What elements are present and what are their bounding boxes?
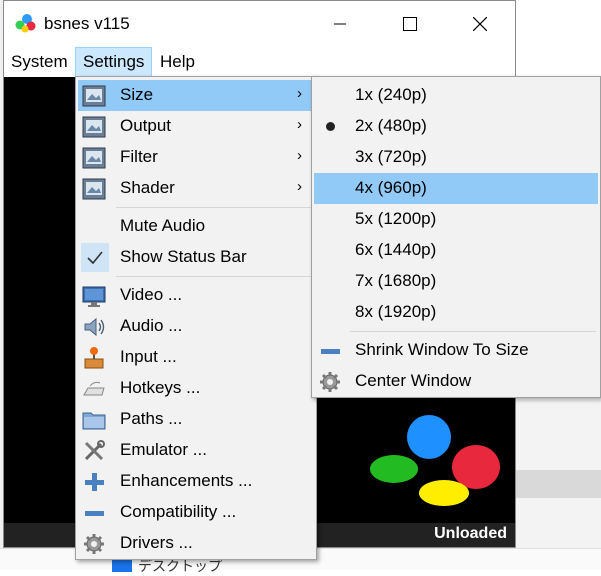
- menu-separator: [116, 207, 312, 208]
- speaker-icon: [82, 315, 106, 339]
- menu-item-size[interactable]: Size ›: [78, 80, 314, 111]
- display-icon: [82, 177, 106, 201]
- window-title: bsnes v115: [44, 14, 130, 33]
- size-option-7x[interactable]: 7x (1680p): [314, 266, 598, 297]
- size-option-6x[interactable]: 6x (1440p): [314, 235, 598, 266]
- minimize-icon: [334, 23, 346, 25]
- folder-icon: [82, 408, 106, 432]
- menu-item-input[interactable]: Input ...: [78, 342, 314, 373]
- maximize-icon: [403, 17, 417, 31]
- chevron-right-icon: ›: [297, 147, 302, 164]
- menu-item-enhancements[interactable]: Enhancements ...: [78, 466, 314, 497]
- size-submenu: 1x (240p) 2x (480p) 3x (720p) 4x (960p) …: [311, 76, 601, 398]
- menu-item-mute-audio[interactable]: Mute Audio: [78, 211, 314, 242]
- status-text: Unloaded: [434, 525, 507, 542]
- minus-icon: [82, 501, 106, 525]
- menu-item-show-status-bar[interactable]: Show Status Bar: [78, 242, 314, 273]
- menu-item-hotkeys[interactable]: Hotkeys ...: [78, 373, 314, 404]
- size-option-5x[interactable]: 5x (1200p): [314, 204, 598, 235]
- menu-bar: System Settings Help: [4, 47, 515, 77]
- menu-separator: [116, 276, 312, 277]
- close-button[interactable]: [445, 1, 515, 47]
- folder-icon: [112, 560, 132, 572]
- shrink-window-to-size[interactable]: Shrink Window To Size: [314, 335, 598, 366]
- check-icon: [81, 243, 109, 272]
- menu-help[interactable]: Help: [153, 47, 202, 77]
- menu-item-output[interactable]: Output ›: [78, 111, 314, 142]
- close-icon: [473, 17, 487, 31]
- size-option-3x[interactable]: 3x (720p): [314, 142, 598, 173]
- menu-item-audio[interactable]: Audio ...: [78, 311, 314, 342]
- menu-item-paths[interactable]: Paths ...: [78, 404, 314, 435]
- plus-icon: [82, 470, 106, 494]
- radio-selected-icon: [326, 122, 335, 131]
- joystick-icon: [82, 346, 106, 370]
- menu-item-drivers[interactable]: Drivers ...: [78, 528, 314, 559]
- keyboard-icon: [82, 377, 106, 401]
- minimize-button[interactable]: [305, 1, 375, 47]
- size-option-1x[interactable]: 1x (240p): [314, 80, 598, 111]
- menu-item-filter[interactable]: Filter ›: [78, 142, 314, 173]
- settings-menu: Size › Output › Filter › Shader › Mute A…: [75, 76, 317, 560]
- minus-icon: [318, 339, 342, 363]
- menu-item-compatibility[interactable]: Compatibility ...: [78, 497, 314, 528]
- display-icon: [82, 84, 106, 108]
- menu-separator: [350, 331, 596, 332]
- chevron-right-icon: ›: [297, 116, 302, 133]
- monitor-icon: [82, 284, 106, 308]
- gear-icon: [318, 370, 342, 394]
- gear-icon: [82, 532, 106, 556]
- menu-item-video[interactable]: Video ...: [78, 280, 314, 311]
- menu-item-shader[interactable]: Shader ›: [78, 173, 314, 204]
- display-icon: [82, 146, 106, 170]
- tools-icon: [82, 439, 106, 463]
- center-window[interactable]: Center Window: [314, 366, 598, 397]
- background-strip: [516, 470, 601, 498]
- bsnes-logo-icon: [15, 14, 36, 33]
- chevron-right-icon: ›: [297, 178, 302, 195]
- size-option-2x[interactable]: 2x (480p): [314, 111, 598, 142]
- menu-item-emulator[interactable]: Emulator ...: [78, 435, 314, 466]
- chevron-right-icon: ›: [297, 85, 302, 102]
- display-icon: [82, 115, 106, 139]
- size-option-4x[interactable]: 4x (960p): [314, 173, 598, 204]
- size-option-8x[interactable]: 8x (1920p): [314, 297, 598, 328]
- menu-settings[interactable]: Settings: [75, 47, 153, 77]
- title-bar: bsnes v115: [4, 1, 515, 47]
- maximize-button[interactable]: [375, 1, 445, 47]
- menu-system[interactable]: System: [4, 47, 75, 77]
